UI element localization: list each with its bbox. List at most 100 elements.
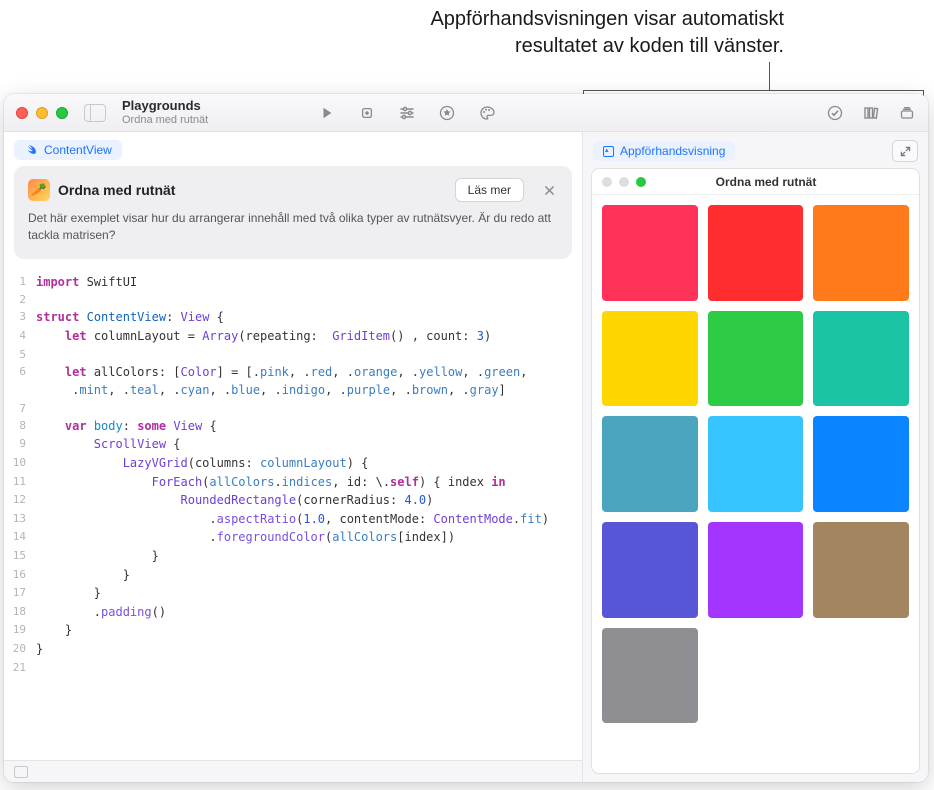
line-number: 12: [4, 491, 36, 510]
code-content[interactable]: LazyVGrid(columns: columnLayout) {: [36, 454, 582, 473]
app-preview-tab[interactable]: Appförhandsvisning: [593, 141, 735, 161]
code-content[interactable]: ForEach(allColors.indices, id: \.self) {…: [36, 473, 582, 492]
code-content[interactable]: [36, 659, 582, 676]
code-content[interactable]: }: [36, 621, 582, 640]
line-number: 2: [4, 291, 36, 308]
color-cell[interactable]: [602, 416, 698, 512]
color-cell[interactable]: [813, 205, 909, 301]
code-line[interactable]: 8 var body: some View {: [4, 417, 582, 436]
color-cell[interactable]: [708, 205, 804, 301]
code-line[interactable]: 10 LazyVGrid(columns: columnLayout) {: [4, 454, 582, 473]
color-cell[interactable]: [813, 416, 909, 512]
color-cell[interactable]: [602, 311, 698, 407]
window-title: Playgrounds: [122, 99, 208, 113]
palette-icon[interactable]: [478, 104, 496, 122]
zoom-window-button[interactable]: [56, 107, 68, 119]
line-number: 21: [4, 659, 36, 676]
code-line[interactable]: 3struct ContentView: View {: [4, 308, 582, 327]
code-content[interactable]: [36, 291, 582, 308]
line-number: 11: [4, 473, 36, 492]
code-line[interactable]: 16 }: [4, 566, 582, 585]
color-cell[interactable]: [708, 416, 804, 512]
preview-pane: Appförhandsvisning Ordna med rutnät: [582, 132, 928, 782]
library-icon[interactable]: [862, 104, 880, 122]
code-content[interactable]: .mint, .teal, .cyan, .blue, .indigo, .pu…: [36, 381, 582, 400]
sidebar-toggle-button[interactable]: [84, 104, 106, 122]
code-line[interactable]: 21: [4, 659, 582, 676]
window-body: ContentView 🥕 Ordna med rutnät Läs mer D…: [4, 132, 928, 782]
color-cell[interactable]: [708, 311, 804, 407]
color-cell[interactable]: [602, 205, 698, 301]
code-line[interactable]: 15 }: [4, 547, 582, 566]
color-cell[interactable]: [602, 628, 698, 724]
code-content[interactable]: }: [36, 566, 582, 585]
code-line[interactable]: 5: [4, 346, 582, 363]
code-line[interactable]: 7: [4, 400, 582, 417]
info-card: 🥕 Ordna med rutnät Läs mer Det här exemp…: [14, 166, 572, 259]
code-content[interactable]: }: [36, 584, 582, 603]
code-content[interactable]: .foregroundColor(allColors[index]): [36, 528, 582, 547]
line-number: 4: [4, 327, 36, 346]
code-line[interactable]: 12 RoundedRectangle(cornerRadius: 4.0): [4, 491, 582, 510]
code-line[interactable]: 11 ForEach(allColors.indices, id: \.self…: [4, 473, 582, 492]
play-icon[interactable]: [318, 104, 336, 122]
close-window-button[interactable]: [16, 107, 28, 119]
stop-icon[interactable]: [358, 104, 376, 122]
code-line[interactable]: 2: [4, 291, 582, 308]
code-line[interactable]: 17 }: [4, 584, 582, 603]
code-line[interactable]: 13 .aspectRatio(1.0, contentMode: Conten…: [4, 510, 582, 529]
close-info-card-button[interactable]: [540, 181, 558, 199]
code-content[interactable]: let allColors: [Color] = [.pink, .red, .…: [36, 363, 582, 382]
preview-window: Ordna med rutnät: [591, 168, 920, 774]
line-number: 9: [4, 435, 36, 454]
line-number: 5: [4, 346, 36, 363]
code-line[interactable]: 4 let columnLayout = Array(repeating: Gr…: [4, 327, 582, 346]
code-content[interactable]: }: [36, 547, 582, 566]
status-panel-icon[interactable]: [14, 766, 28, 778]
code-content[interactable]: let columnLayout = Array(repeating: Grid…: [36, 327, 582, 346]
annotation-text: Appförhandsvisningen visar automatiskt r…: [430, 6, 784, 60]
code-line[interactable]: 6 let allColors: [Color] = [.pink, .red,…: [4, 363, 582, 382]
code-line[interactable]: 19 }: [4, 621, 582, 640]
code-line[interactable]: 20}: [4, 640, 582, 659]
code-content[interactable]: .padding(): [36, 603, 582, 622]
code-line[interactable]: .mint, .teal, .cyan, .blue, .indigo, .pu…: [4, 381, 582, 400]
code-line[interactable]: 9 ScrollView {: [4, 435, 582, 454]
code-content[interactable]: struct ContentView: View {: [36, 308, 582, 327]
sliders-icon[interactable]: [398, 104, 416, 122]
code-content[interactable]: RoundedRectangle(cornerRadius: 4.0): [36, 491, 582, 510]
code-content[interactable]: [36, 346, 582, 363]
code-line[interactable]: 14 .foregroundColor(allColors[index]): [4, 528, 582, 547]
status-bar: [4, 760, 582, 782]
checkmark-circle-icon[interactable]: [826, 104, 844, 122]
code-content[interactable]: .aspectRatio(1.0, contentMode: ContentMo…: [36, 510, 582, 529]
code-content[interactable]: ScrollView {: [36, 435, 582, 454]
read-more-button[interactable]: Läs mer: [455, 178, 524, 202]
code-line[interactable]: 1import SwiftUI: [4, 273, 582, 292]
stack-icon[interactable]: [898, 104, 916, 122]
line-number: 20: [4, 640, 36, 659]
window-titlebar: Playgrounds Ordna med rutnät: [4, 94, 928, 132]
line-number: 14: [4, 528, 36, 547]
code-editor[interactable]: 1import SwiftUI23struct ContentView: Vie…: [4, 265, 582, 760]
preview-body[interactable]: [592, 195, 919, 773]
line-number: 8: [4, 417, 36, 436]
code-content[interactable]: var body: some View {: [36, 417, 582, 436]
expand-preview-button[interactable]: [892, 140, 918, 162]
code-content[interactable]: }: [36, 640, 582, 659]
code-content[interactable]: import SwiftUI: [36, 273, 582, 292]
code-content[interactable]: [36, 400, 582, 417]
color-cell[interactable]: [813, 311, 909, 407]
info-card-title: Ordna med rutnät: [58, 182, 175, 198]
color-cell[interactable]: [708, 522, 804, 618]
minimize-window-button[interactable]: [36, 107, 48, 119]
star-icon[interactable]: [438, 104, 456, 122]
color-cell[interactable]: [813, 522, 909, 618]
color-cell[interactable]: [602, 522, 698, 618]
window-subtitle: Ordna med rutnät: [122, 114, 208, 126]
code-line[interactable]: 18 .padding(): [4, 603, 582, 622]
preview-close-button[interactable]: [602, 177, 612, 187]
grid-example-icon: 🥕: [28, 179, 50, 201]
contentview-tab[interactable]: ContentView: [14, 140, 122, 160]
line-number: 19: [4, 621, 36, 640]
